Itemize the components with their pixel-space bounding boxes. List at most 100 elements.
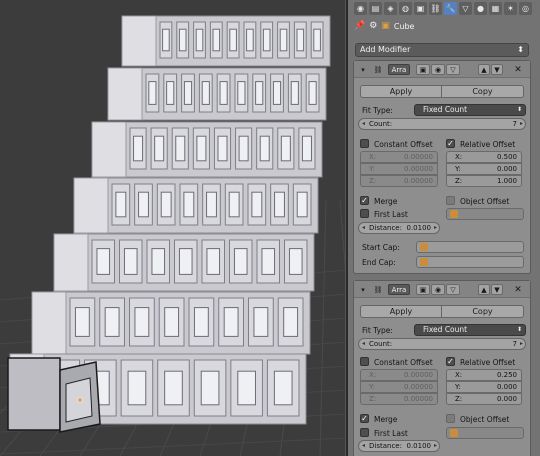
constant-z-field[interactable]: Z: 0.00000 xyxy=(360,393,438,405)
relative-z-field[interactable]: Z: 0.000 xyxy=(446,393,522,405)
distance-field[interactable]: ◂ Distance: 0.0100 ▸ xyxy=(358,440,440,452)
move-down-icon[interactable]: ▼ xyxy=(491,284,503,295)
constant-x-field[interactable]: X: 0.00000 xyxy=(360,369,438,381)
end-cap-field[interactable] xyxy=(416,256,524,268)
editmode-toggle-icon[interactable]: ▽ xyxy=(446,64,460,75)
modifier-header: ▾ ⛓ Arra ▣ ◉ ▽ ▲ ▼ ✕ xyxy=(354,61,530,78)
increment-arrow-icon[interactable]: ▸ xyxy=(520,120,523,127)
physics-icon[interactable]: ◎ xyxy=(519,2,532,15)
fit-type-dropdown[interactable]: Fixed Count ⬍ xyxy=(414,324,526,336)
move-up-icon[interactable]: ▲ xyxy=(478,64,490,75)
render-toggle-icon[interactable]: ▣ xyxy=(416,64,430,75)
modifier-name-field[interactable]: Arra xyxy=(388,284,410,295)
constant-z-field[interactable]: Z: 0.00000 xyxy=(360,175,438,187)
cube-inset xyxy=(178,248,193,275)
context-path: 📌 ⚙ ▣ Cube xyxy=(354,21,414,31)
add-modifier-dropdown[interactable]: Add Modifier ⬍ xyxy=(355,43,529,57)
first-last-checkbox[interactable] xyxy=(360,428,369,437)
constant-y-field[interactable]: Y: 0.00000 xyxy=(360,163,438,175)
close-icon[interactable]: ✕ xyxy=(512,284,524,295)
render-icon[interactable]: ◉ xyxy=(354,2,367,15)
object-icon xyxy=(450,429,458,437)
count-label: Count: xyxy=(369,120,393,128)
cube-inset xyxy=(196,135,207,162)
render-toggle-icon[interactable]: ▣ xyxy=(416,284,430,295)
collapse-icon[interactable]: ▾ xyxy=(358,284,368,295)
merge-label: Merge xyxy=(374,197,398,206)
relative-z-field[interactable]: Z: 1.000 xyxy=(446,175,522,187)
relative-offset-label: Relative Offset xyxy=(460,358,516,367)
increment-arrow-icon[interactable]: ▸ xyxy=(434,224,437,231)
viewport-toggle-icon[interactable]: ◉ xyxy=(431,284,445,295)
editmode-toggle-icon[interactable]: ▽ xyxy=(446,284,460,295)
cube-inset xyxy=(96,248,111,275)
distance-field[interactable]: ◂ Distance: 0.0100 ▸ xyxy=(358,222,440,234)
count-field[interactable]: ◂ Count: 7 ▸ xyxy=(358,118,526,130)
increment-arrow-icon[interactable]: ▸ xyxy=(520,340,523,347)
cube-inset xyxy=(162,28,170,52)
cube-inset xyxy=(193,307,209,337)
relative-offset-checkbox[interactable]: ✓ xyxy=(446,357,455,366)
data-icon[interactable]: ▽ xyxy=(459,2,472,15)
decrement-arrow-icon[interactable]: ◂ xyxy=(362,224,365,231)
offset-object-field[interactable] xyxy=(446,208,524,220)
close-icon[interactable]: ✕ xyxy=(512,64,524,75)
constant-x-field[interactable]: X: 0.00000 xyxy=(360,151,438,163)
scene-icon[interactable]: ◈ xyxy=(384,2,397,15)
3d-viewport[interactable] xyxy=(0,0,348,456)
fit-type-dropdown[interactable]: Fixed Count ⬍ xyxy=(414,104,526,116)
move-down-icon[interactable]: ▼ xyxy=(491,64,503,75)
layers-icon[interactable]: ▤ xyxy=(369,2,382,15)
constant-y-field[interactable]: Y: 0.00000 xyxy=(360,381,438,393)
offset-object-field[interactable] xyxy=(446,427,524,439)
collapse-icon[interactable]: ▾ xyxy=(358,64,368,75)
cube-inset xyxy=(219,81,228,105)
decrement-arrow-icon[interactable]: ◂ xyxy=(362,442,365,449)
relative-offset-checkbox[interactable]: ✓ xyxy=(446,139,455,148)
copy-button[interactable]: Copy xyxy=(442,305,524,318)
constraints-icon[interactable]: ⛓ xyxy=(429,2,442,15)
cube-inset xyxy=(233,248,248,275)
apply-button[interactable]: Apply xyxy=(360,85,442,98)
pin-icon[interactable]: 📌 xyxy=(354,21,365,31)
object-data-icon: ⚙ xyxy=(369,21,378,31)
move-up-icon[interactable]: ▲ xyxy=(478,284,490,295)
row-end-block xyxy=(107,67,143,121)
modifier-header: ▾ ⛓ Arra ▣ ◉ ▽ ▲ ▼ ✕ xyxy=(354,281,530,298)
relative-x-field[interactable]: X: 0.500 xyxy=(446,151,522,163)
relative-x-field[interactable]: X: 0.250 xyxy=(446,369,522,381)
count-field[interactable]: ◂ Count: 7 ▸ xyxy=(358,338,526,350)
object-icon[interactable]: ▣ xyxy=(414,2,427,15)
object-icon xyxy=(420,258,428,266)
particles-icon[interactable]: ✶ xyxy=(504,2,517,15)
constant-offset-checkbox[interactable] xyxy=(360,139,369,148)
relative-y-field[interactable]: Y: 0.000 xyxy=(446,381,522,393)
cube-inset xyxy=(104,307,120,337)
copy-button[interactable]: Copy xyxy=(442,85,524,98)
modifiers-icon[interactable]: 🔧 xyxy=(444,2,457,15)
constant-offset-checkbox[interactable] xyxy=(360,357,369,366)
decrement-arrow-icon[interactable]: ◂ xyxy=(362,340,365,347)
viewport-toggle-icon[interactable]: ◉ xyxy=(431,64,445,75)
merge-checkbox[interactable]: ✓ xyxy=(360,414,369,423)
constant-offset-label: Constant Offset xyxy=(374,140,433,149)
cube-inset xyxy=(279,28,288,52)
count-value: 7 xyxy=(512,340,517,348)
merge-checkbox[interactable]: ✓ xyxy=(360,196,369,205)
world-icon[interactable]: ◍ xyxy=(399,2,412,15)
material-icon[interactable]: ● xyxy=(474,2,487,15)
texture-icon[interactable]: ▦ xyxy=(489,2,502,15)
first-last-checkbox[interactable] xyxy=(360,209,369,218)
merge-label: Merge xyxy=(374,415,398,424)
decrement-arrow-icon[interactable]: ◂ xyxy=(362,120,365,127)
cube-inset xyxy=(313,28,321,52)
cube-inset xyxy=(288,248,303,275)
modifier-name-field[interactable]: Arra xyxy=(388,64,410,75)
relative-y-field[interactable]: Y: 0.000 xyxy=(446,163,522,175)
increment-arrow-icon[interactable]: ▸ xyxy=(434,442,437,449)
object-offset-checkbox[interactable] xyxy=(446,414,455,423)
cube-inset xyxy=(175,135,186,162)
apply-button[interactable]: Apply xyxy=(360,305,442,318)
start-cap-field[interactable] xyxy=(416,241,524,253)
object-offset-checkbox[interactable] xyxy=(446,196,455,205)
